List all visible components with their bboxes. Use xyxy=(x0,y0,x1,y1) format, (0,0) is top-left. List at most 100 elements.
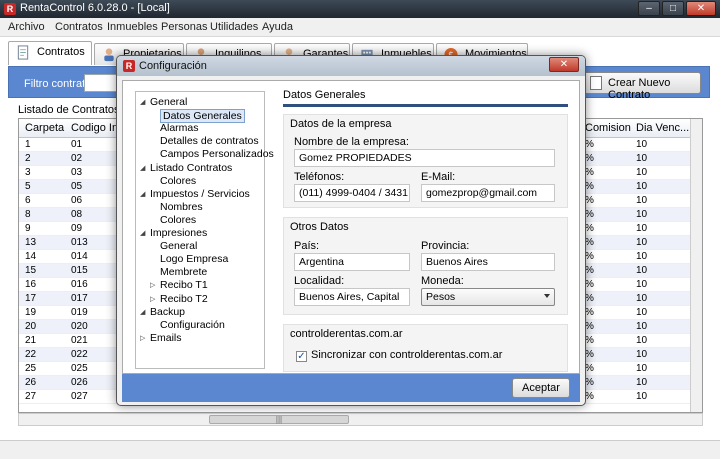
table-cell: % xyxy=(585,195,594,206)
expand-icon[interactable]: ▷ xyxy=(140,334,145,342)
email-field[interactable]: gomezprop@gmail.com xyxy=(421,184,555,202)
table-cell: % xyxy=(585,223,594,234)
minimize-button[interactable]: – xyxy=(638,1,660,16)
table-cell: % xyxy=(585,265,594,276)
new-contract-button[interactable]: Crear Nuevo Contrato xyxy=(583,72,701,101)
tree-item[interactable]: Impresiones xyxy=(150,227,207,239)
company-name-field[interactable]: Gomez PROPIEDADES xyxy=(294,149,555,167)
table-cell: 15 xyxy=(25,265,37,276)
new-document-icon xyxy=(590,76,602,90)
col-carpeta[interactable]: Carpeta xyxy=(25,122,64,134)
currency-selected-value: Pesos xyxy=(426,291,456,303)
tree-item[interactable]: Recibo T1 xyxy=(160,279,208,291)
currency-label: Moneda: xyxy=(421,275,464,287)
table-cell: 10 xyxy=(636,279,648,290)
country-field[interactable]: Argentina xyxy=(294,253,410,271)
table-cell: 19 xyxy=(25,307,37,318)
city-field[interactable]: Buenos Aires, Capital xyxy=(294,288,410,306)
table-cell: 10 xyxy=(636,335,648,346)
table-cell: 17 xyxy=(25,293,37,304)
chevron-down-icon xyxy=(544,294,550,298)
collapse-icon[interactable]: ◢ xyxy=(140,164,145,172)
tree-item[interactable]: Nombres xyxy=(160,201,203,213)
dialog-close-button[interactable]: ✕ xyxy=(549,57,579,72)
tree-item[interactable]: Campos Personalizados xyxy=(160,148,274,160)
app-logo-icon: R xyxy=(123,60,135,72)
accept-button[interactable]: Aceptar xyxy=(512,378,570,398)
menu-personas[interactable]: Personas xyxy=(161,21,207,33)
table-cell: 03 xyxy=(71,167,83,178)
table-cell: 10 xyxy=(636,293,648,304)
table-cell: 10 xyxy=(636,237,648,248)
table-cell: 022 xyxy=(71,349,88,360)
tree-item[interactable]: Colores xyxy=(160,175,196,187)
tree-item[interactable]: Membrete xyxy=(160,266,207,278)
section-title: Datos Generales xyxy=(283,89,568,107)
table-cell: 10 xyxy=(636,153,648,164)
tree-item[interactable]: General xyxy=(160,240,197,252)
menu-ayuda[interactable]: Ayuda xyxy=(262,21,293,33)
table-cell: 21 xyxy=(25,335,37,346)
tree-item[interactable]: Emails xyxy=(150,332,182,344)
currency-select[interactable]: Pesos xyxy=(421,288,555,306)
table-cell: 10 xyxy=(636,195,648,206)
table-cell: 13 xyxy=(25,237,37,248)
table-cell: 10 xyxy=(636,251,648,262)
scroll-grip[interactable]: ||| xyxy=(209,415,349,424)
expand-icon[interactable]: ▷ xyxy=(150,281,155,289)
expand-icon[interactable]: ▷ xyxy=(150,295,155,303)
sync-checkbox[interactable]: ✓ xyxy=(296,351,307,362)
table-cell: 027 xyxy=(71,391,88,402)
menu-archivo[interactable]: Archivo xyxy=(8,21,45,33)
table-cell: 20 xyxy=(25,321,37,332)
tree-item[interactable]: General xyxy=(150,96,187,108)
tab-label: Contratos xyxy=(37,46,85,58)
tree-item[interactable]: Datos Generales xyxy=(160,109,245,124)
collapse-icon[interactable]: ◢ xyxy=(140,98,145,106)
table-cell: 10 xyxy=(636,377,648,388)
table-cell: 026 xyxy=(71,377,88,388)
table-cell: 016 xyxy=(71,279,88,290)
maximize-button[interactable]: □ xyxy=(662,1,684,16)
tree-item[interactable]: Backup xyxy=(150,306,185,318)
col-comision[interactable]: Comision xyxy=(585,122,631,134)
col-dia-venc[interactable]: Dia Venc... xyxy=(636,122,689,134)
otros-group: Otros Datos País: Provincia: Argentina B… xyxy=(283,217,568,315)
table-cell: 9 xyxy=(25,223,31,234)
tab-contratos[interactable]: Contratos xyxy=(8,41,92,65)
grid-vertical-scrollbar[interactable] xyxy=(690,119,702,412)
province-field[interactable]: Buenos Aires xyxy=(421,253,555,271)
close-button[interactable]: ✕ xyxy=(686,1,716,16)
province-label: Provincia: xyxy=(421,240,470,252)
tree-item[interactable]: Impuestos / Servicios xyxy=(150,188,250,200)
tree-item[interactable]: Listado Contratos xyxy=(150,162,232,174)
collapse-icon[interactable]: ◢ xyxy=(140,190,145,198)
phone-field[interactable]: (011) 4999-0404 / 3431 xyxy=(294,184,410,202)
table-cell: 2 xyxy=(25,153,31,164)
config-dialog: R Configuración ✕ ◢ General Datos Generale… xyxy=(116,55,586,406)
table-cell: % xyxy=(585,293,594,304)
collapse-icon[interactable]: ◢ xyxy=(140,229,145,237)
menu-utilidades[interactable]: Utilidades xyxy=(210,21,258,33)
table-cell: 10 xyxy=(636,349,648,360)
tree-item[interactable]: Colores xyxy=(160,214,196,226)
city-label: Localidad: xyxy=(294,275,345,287)
collapse-icon[interactable]: ◢ xyxy=(140,308,145,316)
table-cell: 019 xyxy=(71,307,88,318)
tree-item[interactable]: Recibo T2 xyxy=(160,293,208,305)
sync-checkbox-label[interactable]: Sincronizar con controlderentas.com.ar xyxy=(311,349,502,361)
tree-item[interactable]: Configuración xyxy=(160,319,225,331)
dialog-body: ◢ General Datos Generales Alarmas Detalles d… xyxy=(122,80,580,374)
tree-item[interactable]: Logo Empresa xyxy=(160,253,228,265)
table-cell: 26 xyxy=(25,377,37,388)
table-cell: 020 xyxy=(71,321,88,332)
tree-item[interactable]: Alarmas xyxy=(160,122,199,134)
menu-contratos[interactable]: Contratos xyxy=(55,21,103,33)
email-label: E-Mail: xyxy=(421,171,456,183)
menu-inmuebles[interactable]: Inmuebles xyxy=(107,21,158,33)
grid-horizontal-scrollbar[interactable]: ||| xyxy=(18,413,703,426)
table-cell: % xyxy=(585,251,594,262)
table-cell: 017 xyxy=(71,293,88,304)
table-cell: % xyxy=(585,181,594,192)
tree-item[interactable]: Detalles de contratos xyxy=(160,135,259,147)
